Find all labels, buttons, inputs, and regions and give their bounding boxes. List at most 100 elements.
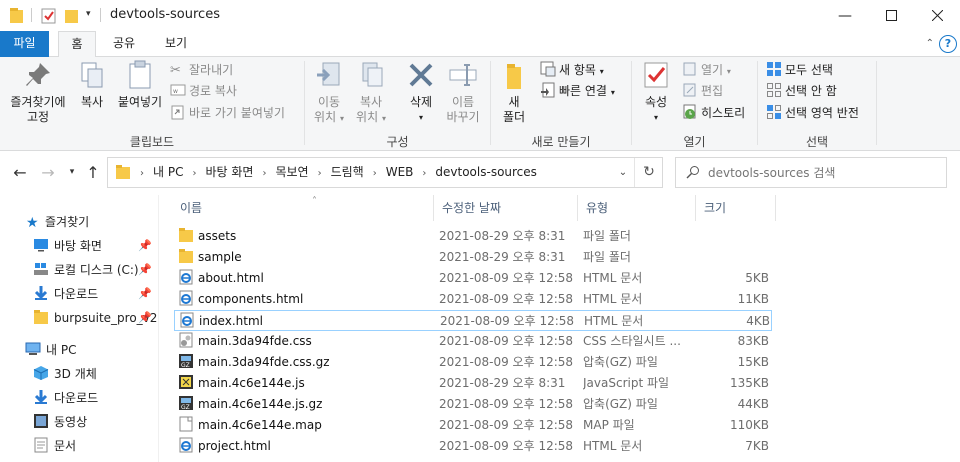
nav-this-pc[interactable]: 내 PC: [25, 338, 155, 362]
file-row[interactable]: sample 2021-08-29 오후 8:31 파일 폴더: [174, 247, 772, 268]
maximize-button[interactable]: [868, 0, 914, 31]
file-row[interactable]: index.html 2021-08-09 오후 12:58 HTML 문서 4KB: [174, 310, 772, 331]
file-name-cell: main.4c6e144e.map: [178, 415, 430, 436]
address-dropdown-icon[interactable]: ⌄: [612, 158, 634, 187]
rename-label-1: 이름: [451, 95, 475, 109]
file-row[interactable]: main.3da94fde.css 2021-08-09 오후 12:58 CSS …: [174, 331, 772, 352]
file-row[interactable]: assets 2021-08-29 오후 8:31 파일 폴더: [174, 226, 772, 247]
easy-access-button[interactable]: 빠른 연결 ▾: [540, 81, 615, 101]
help-button[interactable]: ?: [939, 35, 957, 53]
back-button[interactable]: ←: [9, 163, 31, 182]
file-date: 2021-08-09 오후 12:58: [440, 314, 575, 328]
nav-desktop[interactable]: 바탕 화면 📌: [33, 234, 158, 258]
breadcrumb-item[interactable]: WEB: [386, 165, 414, 179]
refresh-button[interactable]: ↻: [634, 158, 663, 187]
file-row[interactable]: GZ main.3da94fde.css.gz 2021-08-09 오후 12:5…: [174, 352, 772, 373]
paste-button[interactable]: 붙여넣기: [112, 59, 168, 110]
rename-label-2: 바꾸기: [446, 110, 480, 124]
file-name: main.3da94fde.css: [198, 334, 312, 348]
nav-videos[interactable]: 동영상: [33, 410, 158, 434]
nav-downloads-pc[interactable]: 다운로드: [33, 386, 158, 410]
tab-home[interactable]: 홈: [58, 31, 96, 58]
invert-selection-button[interactable]: 선택 영역 반전: [766, 103, 859, 123]
collapse-ribbon-icon[interactable]: ⌃: [926, 38, 934, 49]
select-all-button[interactable]: 모두 선택: [766, 60, 833, 80]
new-item-button[interactable]: 새 항목 ▾: [540, 60, 604, 80]
forward-button[interactable]: →: [37, 163, 59, 182]
address-bar[interactable]: › 내 PC › 바탕 화면 › 목보연 › 드림핵 › WEB › devtools-sources…: [107, 157, 663, 188]
tab-file[interactable]: 파일: [0, 31, 49, 57]
file-name: index.html: [199, 314, 263, 328]
breadcrumb-separator-icon[interactable]: ›: [192, 168, 196, 179]
delete-label: 삭제: [409, 95, 433, 109]
breadcrumb-separator-icon[interactable]: ›: [262, 168, 266, 179]
paste-shortcut-button[interactable]: 바로 가기 붙여넣기: [170, 103, 285, 123]
pin-quick-access-button[interactable]: 즐겨찾기에 고정: [4, 59, 72, 125]
file-row[interactable]: main.4c6e144e.map 2021-08-09 오후 12:58 MAP …: [174, 415, 772, 436]
quick-access-dropdown-icon[interactable]: ▾: [86, 9, 91, 19]
close-button[interactable]: [914, 0, 960, 31]
file-row[interactable]: GZ main.4c6e144e.js.gz 2021-08-09 오후 12:58…: [174, 394, 772, 415]
open-icon: [683, 62, 696, 76]
file-row[interactable]: main.4c6e144e.js 2021-08-29 오후 8:31 JavaSc…: [174, 373, 772, 394]
column-header-name[interactable]: 이름 ˄: [172, 195, 434, 221]
tab-view[interactable]: 보기: [156, 31, 196, 57]
minimize-button[interactable]: —: [822, 0, 868, 31]
recent-locations-dropdown-icon[interactable]: ▾: [61, 167, 83, 177]
column-header-type[interactable]: 유형: [578, 195, 696, 221]
nav-label: 내 PC: [46, 343, 77, 357]
move-to-button[interactable]: 이동 위치 ▾: [308, 59, 350, 126]
title-bar: ▾ devtools-sources —: [0, 0, 960, 31]
breadcrumb-separator-icon[interactable]: ›: [422, 168, 426, 179]
nav-documents[interactable]: 문서: [33, 434, 158, 458]
copy-to-button[interactable]: 복사 위치 ▾: [350, 59, 392, 126]
file-name-cell: GZ main.3da94fde.css.gz: [178, 352, 430, 373]
history-button[interactable]: 히스토리: [682, 103, 745, 123]
column-header-date[interactable]: 수정한 날짜: [434, 195, 578, 221]
up-button[interactable]: ↑: [82, 163, 104, 182]
nav-local-disk[interactable]: 로컬 디스크 (C:) 📌: [33, 258, 158, 282]
file-row[interactable]: about.html 2021-08-09 오후 12:58 HTML 문서 5KB: [174, 268, 772, 289]
edit-button[interactable]: 편집: [682, 81, 723, 101]
search-input[interactable]: [708, 163, 940, 183]
search-box[interactable]: [675, 157, 947, 188]
properties-button[interactable]: 속성 ▾: [636, 59, 676, 125]
column-header-size[interactable]: 크기: [696, 195, 776, 221]
file-date: 2021-08-09 오후 12:58: [439, 334, 574, 348]
file-date: 2021-08-29 오후 8:31: [439, 250, 566, 264]
open-button[interactable]: 열기 ▾: [682, 60, 731, 80]
file-name: about.html: [198, 271, 264, 285]
breadcrumb-separator-icon: ›: [140, 168, 144, 179]
breadcrumb-item[interactable]: 바탕 화면: [205, 165, 253, 179]
tab-share[interactable]: 공유: [104, 31, 144, 57]
nav-quick-access[interactable]: ★ 즐겨찾기: [26, 210, 156, 234]
delete-dropdown-icon[interactable]: ▾: [400, 110, 442, 125]
file-row[interactable]: project.html 2021-08-09 오후 12:58 HTML 문서 7K…: [174, 436, 772, 457]
properties-dropdown-icon[interactable]: ▾: [636, 110, 676, 125]
nav-downloads[interactable]: 다운로드 📌: [33, 282, 158, 306]
nav-3d-objects[interactable]: 3D 개체: [33, 362, 158, 386]
delete-button[interactable]: 삭제 ▾: [400, 59, 442, 125]
new-folder-button[interactable]: 새 폴더: [494, 59, 534, 125]
breadcrumb-item[interactable]: 내 PC: [153, 165, 183, 179]
breadcrumb-separator-icon[interactable]: ›: [318, 168, 322, 179]
file-row[interactable]: components.html 2021-08-09 오후 12:58 HTML 문…: [174, 289, 772, 310]
breadcrumb-item[interactable]: 드림핵: [331, 165, 364, 179]
folder-icon: [179, 249, 193, 263]
select-none-button[interactable]: 선택 안 함: [766, 81, 837, 101]
cut-button[interactable]: ✂ 잘라내기: [170, 60, 233, 80]
new-folder-quick-icon[interactable]: [64, 7, 80, 25]
copy-to-icon: [362, 62, 383, 87]
properties-quick-icon[interactable]: [41, 7, 57, 25]
nav-burpsuite[interactable]: burpsuite_pro_v2 📌: [33, 306, 158, 330]
breadcrumb-item[interactable]: 목보연: [275, 165, 308, 179]
breadcrumb-separator-icon[interactable]: ›: [373, 168, 377, 179]
rename-button[interactable]: 이름 바꾸기: [442, 59, 484, 125]
select-none-icon: [767, 83, 781, 97]
move-label-1: 이동: [317, 95, 341, 109]
copy-path-button[interactable]: w 경로 복사: [170, 81, 237, 101]
copy-button[interactable]: 복사: [72, 59, 112, 110]
breadcrumb-item[interactable]: devtools-sources: [435, 165, 537, 179]
file-date: 2021-08-09 오후 12:58: [439, 397, 574, 411]
column-label: 수정한 날짜: [442, 201, 502, 215]
